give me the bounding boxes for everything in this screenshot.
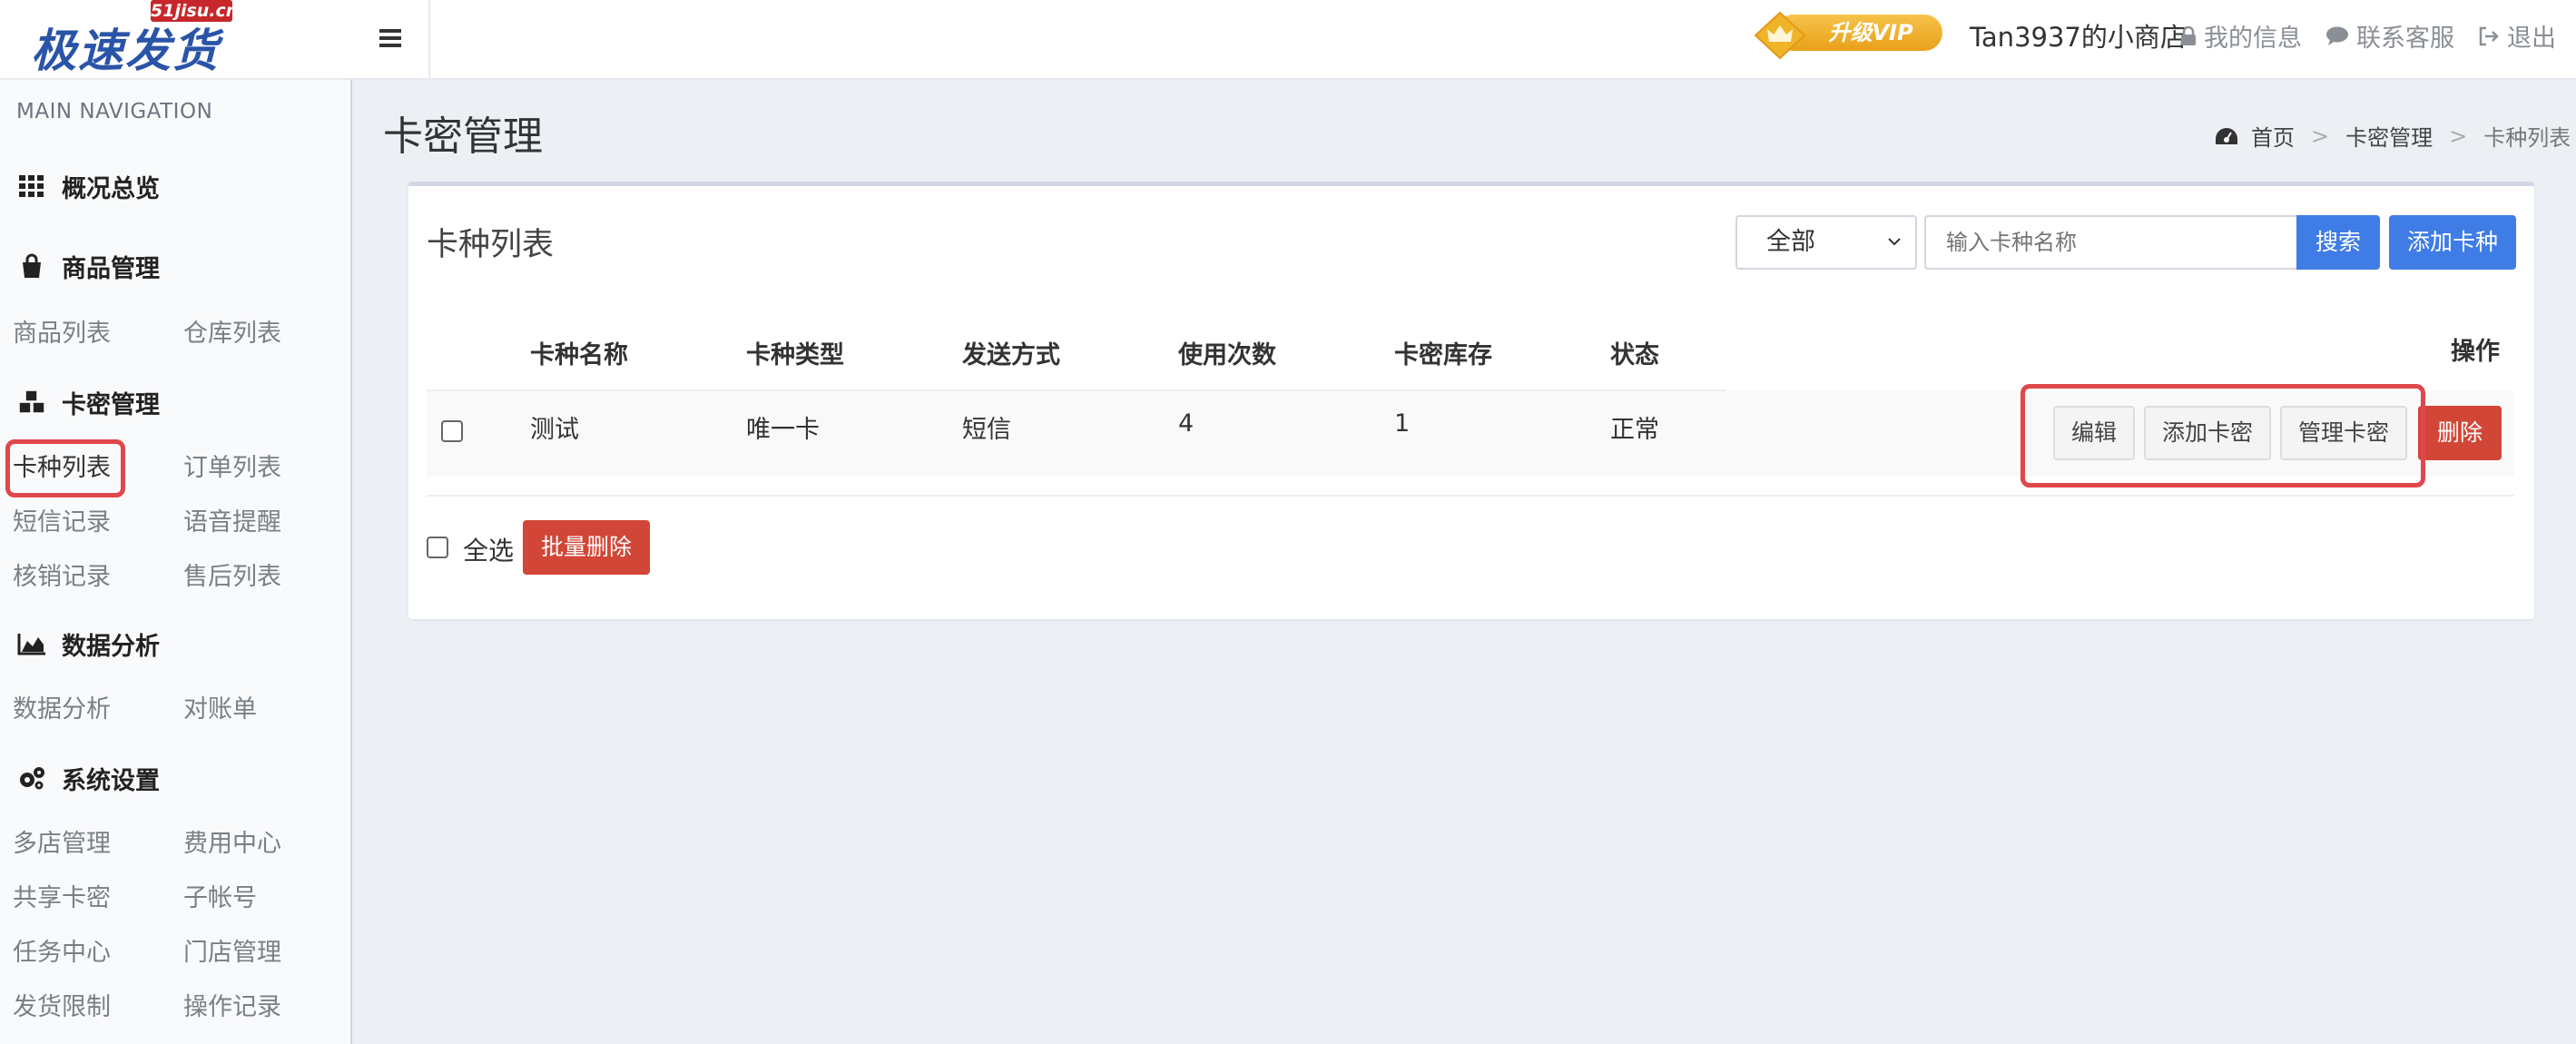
gears-icon <box>16 764 47 792</box>
sidebar-item-card-type-list[interactable]: 卡种列表 <box>13 448 111 488</box>
sidebar-item-sms-records[interactable]: 短信记录 <box>13 503 111 543</box>
lock-icon <box>2180 25 2197 46</box>
sidebar-item-delivery-limits[interactable]: 发货限制 <box>13 988 111 1028</box>
sidebar-item-warehouse-list[interactable]: 仓库列表 <box>183 314 281 354</box>
support-link[interactable]: 联系客服 <box>2325 18 2454 54</box>
my-info-link[interactable]: 我的信息 <box>2180 18 2302 54</box>
column-header-status: 状态 <box>1610 341 1659 369</box>
cell-stock: 1 <box>1394 409 1411 438</box>
my-info-label: 我的信息 <box>2204 25 2302 53</box>
bulk-delete-button[interactable]: 批量删除 <box>523 520 650 575</box>
sidebar-item-statement[interactable]: 对账单 <box>183 690 257 730</box>
dashboard-icon <box>2215 126 2238 146</box>
nav-header: MAIN NAVIGATION <box>16 100 213 123</box>
menu-toggle-button[interactable] <box>352 0 430 80</box>
sidebar-section-label: 系统设置 <box>62 766 160 795</box>
column-header-send-method: 发送方式 <box>962 341 1060 369</box>
row-checkbox[interactable] <box>441 420 463 442</box>
logout-link[interactable]: 退出 <box>2478 18 2556 54</box>
cell-name: 测试 <box>530 416 579 444</box>
sidebar-item-data-analysis[interactable]: 数据分析 <box>13 690 111 730</box>
cubes-icon <box>16 389 47 416</box>
sidebar-item-store-management[interactable]: 门店管理 <box>183 933 281 973</box>
table-row-divider <box>427 495 2514 497</box>
logo-text: 极速发货 <box>31 25 220 77</box>
cell-type: 唯一卡 <box>746 416 820 444</box>
sidebar-section-label: 卡密管理 <box>62 390 160 419</box>
support-label: 联系客服 <box>2356 25 2454 53</box>
sidebar-section-label: 商品管理 <box>62 254 160 283</box>
logo-badge: 51jisu.cn <box>151 0 239 22</box>
column-header-actions: 操作 <box>2451 338 2500 366</box>
breadcrumb-separator: > <box>2311 123 2330 149</box>
sidebar-section-label: 概况总览 <box>62 174 160 203</box>
cell-status: 正常 <box>1610 416 1659 444</box>
sidebar-item-task-center[interactable]: 任务中心 <box>13 933 111 973</box>
sidebar-item-shared-cards[interactable]: 共享卡密 <box>13 879 111 919</box>
column-header-name: 卡种名称 <box>530 341 628 369</box>
sidebar-item-after-sales-list[interactable]: 售后列表 <box>183 557 281 597</box>
sidebar-item-billing-center[interactable]: 费用中心 <box>183 824 281 864</box>
sidebar-section-settings[interactable]: 系统设置 <box>16 757 160 799</box>
breadcrumb: 首页 > 卡密管理 > 卡种列表 <box>2215 120 2571 152</box>
column-header-use-count: 使用次数 <box>1178 341 1276 369</box>
breadcrumb-separator: > <box>2449 123 2468 149</box>
sidebar-item-voice-reminder[interactable]: 语音提醒 <box>183 503 281 543</box>
search-button[interactable]: 搜索 <box>2296 215 2380 270</box>
sidebar-item-operation-log[interactable]: 操作记录 <box>183 988 281 1028</box>
status-filter-value: 全部 <box>1766 228 1815 256</box>
sidebar-section-label: 数据分析 <box>62 632 160 661</box>
hamburger-icon <box>379 28 401 52</box>
breadcrumb-card-management[interactable]: 卡密管理 <box>2345 120 2433 152</box>
crown-icon <box>1754 11 1806 60</box>
status-filter-select[interactable]: 全部 <box>1735 215 1917 270</box>
select-all-label[interactable]: 全选 <box>463 531 514 567</box>
sidebar-section-analytics[interactable]: 数据分析 <box>16 623 160 665</box>
page-title: 卡密管理 <box>383 113 543 160</box>
actions-highlight <box>2020 384 2425 488</box>
breadcrumb-current: 卡种列表 <box>2483 125 2571 151</box>
sidebar-item-product-list[interactable]: 商品列表 <box>13 314 111 354</box>
card-type-list-panel: 卡种列表 全部 搜索 添加卡种 卡种名称 卡种类型 发送方式 使用次数 卡密库存… <box>408 182 2534 619</box>
chevron-down-icon <box>1886 217 1903 286</box>
logo[interactable]: 极速发货 51jisu.cn <box>0 0 352 80</box>
column-header-stock: 卡密库存 <box>1394 341 1492 369</box>
upgrade-vip-button[interactable]: 升级VIP <box>1754 11 1942 60</box>
grid-icon <box>16 172 47 200</box>
shopping-bag-icon <box>16 252 47 280</box>
logout-label: 退出 <box>2507 25 2556 53</box>
shop-name[interactable]: Tan3937的小商店 <box>1970 16 2187 54</box>
panel-title: 卡种列表 <box>427 227 555 263</box>
breadcrumb-home[interactable]: 首页 <box>2251 120 2295 152</box>
cell-use-count: 4 <box>1178 409 1195 438</box>
sidebar-item-order-list[interactable]: 订单列表 <box>183 448 281 488</box>
sidebar-section-overview[interactable]: 概况总览 <box>16 165 160 207</box>
topbar: 升级VIP Tan3937的小商店 我的信息 联系客服 退出 <box>352 0 2576 80</box>
sidebar-section-card-management[interactable]: 卡密管理 <box>16 381 160 423</box>
cell-send-method: 短信 <box>962 416 1011 444</box>
select-all-checkbox[interactable] <box>427 537 448 558</box>
card-type-search-input[interactable] <box>1924 215 2296 270</box>
sidebar: 极速发货 51jisu.cn MAIN NAVIGATION 概况总览 商品管理… <box>0 0 352 1044</box>
sidebar-item-multi-store[interactable]: 多店管理 <box>13 824 111 864</box>
sign-out-icon <box>2478 26 2500 46</box>
column-header-type: 卡种类型 <box>746 341 844 369</box>
area-chart-icon <box>16 630 47 657</box>
sidebar-item-sub-accounts[interactable]: 子帐号 <box>183 879 257 919</box>
chat-bubble-icon <box>2325 26 2349 46</box>
sidebar-item-verification-records[interactable]: 核销记录 <box>13 557 111 597</box>
delete-button[interactable]: 删除 <box>2418 406 2502 460</box>
add-card-type-button[interactable]: 添加卡种 <box>2389 215 2516 270</box>
sidebar-section-products[interactable]: 商品管理 <box>16 245 160 287</box>
